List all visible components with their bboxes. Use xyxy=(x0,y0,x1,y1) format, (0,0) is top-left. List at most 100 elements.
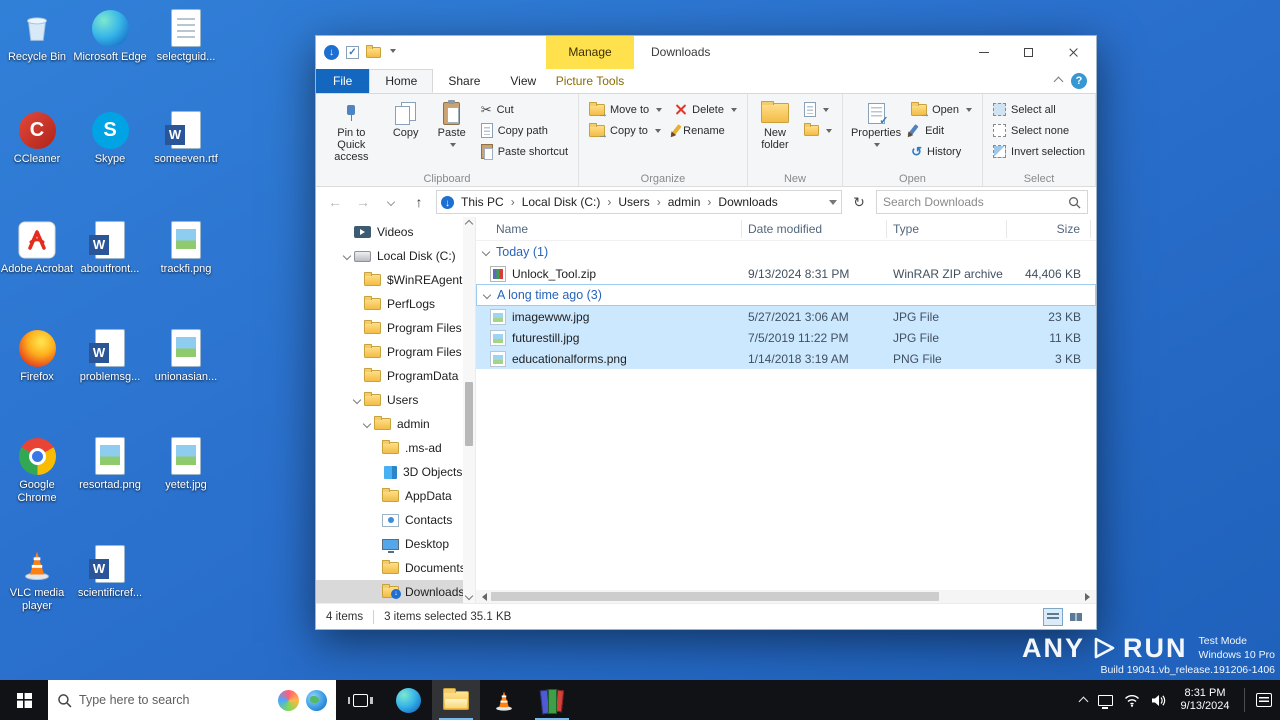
qat-customize-button[interactable] xyxy=(390,49,396,56)
properties-button[interactable]: Properties xyxy=(847,97,905,152)
invert-selection-button[interactable]: Invert selection xyxy=(987,141,1091,162)
start-button[interactable] xyxy=(0,680,48,720)
nav-item-users[interactable]: Users xyxy=(316,388,475,412)
breadcrumb-users[interactable]: Users xyxy=(613,195,654,209)
task-view-button[interactable] xyxy=(336,680,384,720)
desktop-icon-problemsg[interactable]: problemsg... xyxy=(73,328,147,384)
action-center-icon[interactable] xyxy=(1256,693,1272,707)
history-button[interactable]: ↺History xyxy=(905,141,978,162)
nav-item-ms-ad[interactable]: .ms-ad xyxy=(316,436,475,460)
help-button[interactable] xyxy=(1071,73,1087,89)
ribbon-collapse-button[interactable] xyxy=(1054,77,1064,87)
breadcrumb-downloads[interactable]: Downloads xyxy=(713,195,782,209)
pin-to-quick-access-button[interactable]: Pin to Quick access xyxy=(320,97,383,165)
edit-button[interactable]: Edit xyxy=(905,120,978,141)
desktop-icon-google-chrome[interactable]: Google Chrome xyxy=(0,436,74,505)
desktop-icon-recycle-bin[interactable]: Recycle Bin xyxy=(0,8,74,64)
paste-shortcut-button[interactable]: Paste shortcut xyxy=(475,141,574,162)
back-button[interactable]: ← xyxy=(324,191,346,213)
nav-item-videos[interactable]: Videos xyxy=(316,220,475,244)
desktop-icon-ccleaner[interactable]: CCleaner xyxy=(0,110,74,166)
column-header-type[interactable]: Type xyxy=(887,220,1007,238)
desktop-icon-firefox[interactable]: Firefox xyxy=(0,328,74,384)
minimize-button[interactable] xyxy=(961,36,1006,69)
breadcrumb[interactable]: This PC › Local Disk (C:) › Users › admi… xyxy=(436,190,842,214)
refresh-button[interactable]: ↻ xyxy=(848,191,870,213)
scroll-up-icon[interactable] xyxy=(465,220,473,228)
taskbar-search[interactable] xyxy=(48,680,336,720)
explorer-search-input[interactable] xyxy=(883,195,1064,209)
scrollbar-thumb[interactable] xyxy=(491,592,939,601)
chevron-down-icon[interactable] xyxy=(343,252,351,260)
group-header-a-long-time-ago[interactable]: A long time ago (3) xyxy=(476,284,1096,306)
breadcrumb-admin[interactable]: admin xyxy=(663,195,706,209)
recent-locations-button[interactable] xyxy=(380,191,402,213)
qat-new-folder-button[interactable] xyxy=(366,47,381,58)
desktop-icon-skype[interactable]: Skype xyxy=(73,110,147,166)
select-all-button[interactable]: Select all xyxy=(987,99,1091,120)
new-item-button[interactable] xyxy=(798,99,838,120)
taskbar-search-input[interactable] xyxy=(79,693,271,707)
open-button[interactable]: Open xyxy=(905,99,978,120)
desktop-icon-unionasian[interactable]: unionasian... xyxy=(149,328,223,384)
tab-picture-tools[interactable]: Picture Tools xyxy=(546,69,634,93)
scroll-left-icon[interactable] xyxy=(476,590,489,603)
desktop-icon-trackfi[interactable]: trackfi.png xyxy=(149,220,223,276)
desktop-icon-vlc[interactable]: VLC media player xyxy=(0,544,74,613)
taskbar-clock[interactable]: 8:31 PM 9/13/2024 xyxy=(1177,687,1233,713)
group-header-today[interactable]: Today (1) xyxy=(476,241,1096,263)
nav-item-winreagent[interactable]: $WinREAgent xyxy=(316,268,475,292)
volume-icon[interactable] xyxy=(1151,694,1166,707)
desktop-icon-scientificref[interactable]: scientificref... xyxy=(73,544,147,600)
paste-button[interactable]: Paste xyxy=(429,97,475,152)
taskbar-edge-button[interactable] xyxy=(384,680,432,720)
forward-button[interactable]: → xyxy=(352,191,374,213)
desktop-icon-someeven[interactable]: someeven.rtf xyxy=(149,110,223,166)
tab-file[interactable]: File xyxy=(316,69,369,93)
taskbar-vlc-button[interactable] xyxy=(480,680,528,720)
details-view-button[interactable] xyxy=(1043,608,1063,626)
nav-item-program-files[interactable]: Program Files xyxy=(316,316,475,340)
nav-item-program-files-x86[interactable]: Program Files xyxy=(316,340,475,364)
scrollbar-thumb[interactable] xyxy=(465,382,473,446)
wifi-icon[interactable] xyxy=(1124,694,1140,707)
chevron-down-icon[interactable] xyxy=(353,396,361,404)
rename-button[interactable]: Rename xyxy=(668,120,743,141)
delete-button[interactable]: Delete xyxy=(668,99,743,120)
desktop-icon-resortad[interactable]: resortad.png xyxy=(73,436,147,492)
up-button[interactable]: ↑ xyxy=(408,191,430,213)
breadcrumb-this-pc[interactable]: This PC xyxy=(456,195,509,209)
nav-item-perflogs[interactable]: PerfLogs xyxy=(316,292,475,316)
maximize-button[interactable] xyxy=(1006,36,1051,69)
tab-view[interactable]: View xyxy=(495,69,551,93)
tray-expand-icon[interactable] xyxy=(1079,697,1089,707)
copy-to-button[interactable]: Copy to xyxy=(583,120,668,141)
column-header-name[interactable]: Name xyxy=(490,220,742,238)
file-row-futurestill[interactable]: futurestill.jpg 7/5/2019 11:22 PM JPG Fi… xyxy=(476,327,1096,348)
taskbar-explorer-button[interactable] xyxy=(432,680,480,720)
close-button[interactable] xyxy=(1051,36,1096,69)
network-icon[interactable] xyxy=(1098,695,1113,706)
nav-item-3d-objects[interactable]: 3D Objects xyxy=(316,460,475,484)
move-to-button[interactable]: Move to xyxy=(583,99,668,120)
cut-button[interactable]: ✂Cut xyxy=(475,99,574,120)
chevron-down-icon[interactable] xyxy=(363,420,371,428)
nav-item-contacts[interactable]: Contacts xyxy=(316,508,475,532)
copy-button[interactable]: Copy xyxy=(383,97,429,141)
address-dropdown-icon[interactable] xyxy=(829,200,837,209)
horizontal-scrollbar[interactable] xyxy=(476,590,1096,603)
new-folder-button[interactable]: New folder xyxy=(752,97,798,153)
explorer-search[interactable] xyxy=(876,190,1088,214)
column-header-date-modified[interactable]: Date modified xyxy=(742,220,887,238)
easy-access-button[interactable] xyxy=(798,120,838,141)
nav-item-local-disk[interactable]: Local Disk (C:) xyxy=(316,244,475,268)
nav-item-downloads[interactable]: Downloads xyxy=(316,580,475,603)
breadcrumb-local-disk[interactable]: Local Disk (C:) xyxy=(517,195,606,209)
contextual-tab-header[interactable]: Manage xyxy=(546,36,634,69)
nav-item-programdata[interactable]: ProgramData xyxy=(316,364,475,388)
desktop-icon-edge[interactable]: Microsoft Edge xyxy=(73,8,147,64)
file-row-imagewww[interactable]: imagewww.jpg 5/27/2021 3:06 AM JPG File … xyxy=(476,306,1096,327)
qat-properties-button[interactable] xyxy=(346,46,359,59)
tab-share[interactable]: Share xyxy=(433,69,495,93)
large-icons-view-button[interactable] xyxy=(1066,608,1086,626)
